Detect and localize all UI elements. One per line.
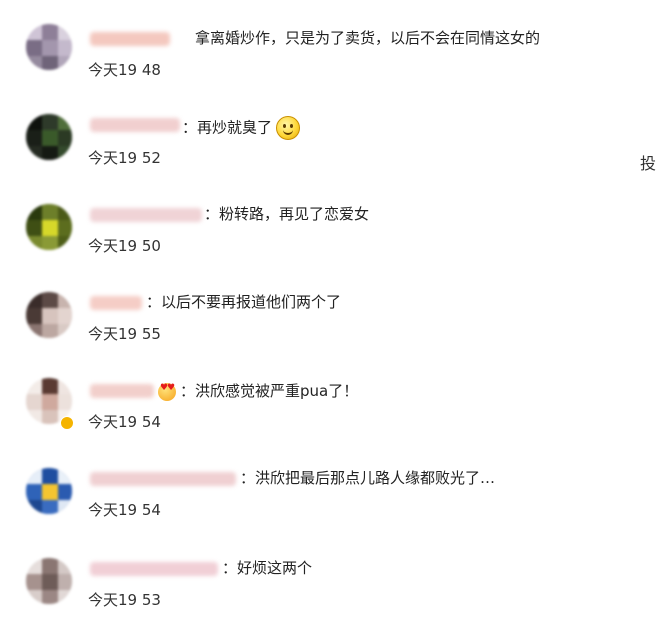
comment-time: 今天19 55	[88, 325, 161, 343]
username-blurred[interactable]	[90, 472, 236, 486]
comment-text: 拿离婚炒作，只是为了卖货，以后不会在同情这女的	[195, 29, 541, 47]
avatar[interactable]	[26, 204, 72, 250]
comment-time: 今天19 53	[88, 591, 161, 609]
comment-time: 今天19 54	[88, 413, 161, 431]
verified-badge-icon	[60, 416, 74, 430]
comment-text-body: ：洪欣感觉被严重pua了！	[180, 382, 359, 400]
comment-text: ：洪欣把最后那点儿路人缘都败光了…	[240, 469, 496, 487]
comment-text: ：粉转路，再见了恋爱女	[204, 205, 370, 223]
comment-text: ：洪欣感觉被严重pua了！	[158, 381, 358, 401]
avatar[interactable]	[26, 558, 72, 604]
comment-item: ：洪欣把最后那点儿路人缘都败光了… 今天19 54	[0, 440, 660, 528]
avatar[interactable]	[26, 468, 72, 514]
side-action-label[interactable]: 投	[640, 150, 660, 174]
avatar[interactable]	[26, 292, 72, 338]
username-blurred[interactable]	[90, 296, 142, 310]
comment-text: ：以后不要再报道他们两个了	[146, 293, 342, 311]
comment-time: 今天19 48	[88, 61, 161, 79]
username-blurred[interactable]	[90, 384, 154, 398]
comment-text: ：再炒就臭了	[182, 116, 301, 140]
comment-time: 今天19 52	[88, 149, 161, 167]
comment-item: ：再炒就臭了 今天19 52	[0, 88, 660, 176]
comment-item: ：洪欣感觉被严重pua了！ 今天19 54	[0, 352, 660, 440]
comment-item: 拿离婚炒作，只是为了卖货，以后不会在同情这女的 今天19 48	[0, 0, 660, 88]
avatar[interactable]	[26, 114, 72, 160]
comment-time: 今天19 50	[88, 237, 161, 255]
comment-time: 今天19 54	[88, 501, 161, 519]
username-blurred[interactable]	[90, 32, 170, 46]
username-blurred[interactable]	[90, 562, 218, 576]
heart-eyes-icon	[158, 382, 176, 401]
smiley-icon	[276, 116, 301, 140]
avatar[interactable]	[26, 24, 72, 70]
comment-item: ：粉转路，再见了恋爱女 今天19 50	[0, 176, 660, 264]
username-blurred[interactable]	[90, 208, 202, 222]
comment-item: ：好烦这两个 今天19 53	[0, 528, 660, 616]
comment-item: ：以后不要再报道他们两个了 今天19 55	[0, 264, 660, 352]
comment-text-body: ：再炒就臭了	[182, 118, 273, 137]
username-blurred[interactable]	[90, 118, 180, 132]
comment-text: ：好烦这两个	[222, 559, 313, 577]
